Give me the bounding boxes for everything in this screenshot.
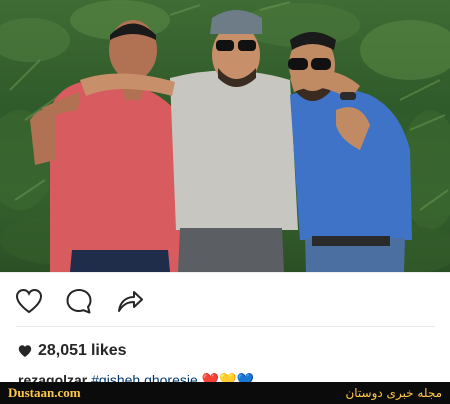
heart-outline-icon bbox=[15, 288, 43, 314]
action-bar bbox=[0, 272, 450, 330]
share-arrow-icon bbox=[118, 291, 143, 312]
watermark-magazine: مجله خبری دوستان bbox=[345, 386, 442, 400]
watermark-bar: Dustaan.com مجله خبری دوستان bbox=[0, 382, 450, 404]
speech-bubble-icon bbox=[66, 289, 92, 314]
post-photo[interactable] bbox=[0, 0, 450, 272]
like-button[interactable] bbox=[14, 286, 44, 316]
comment-button[interactable] bbox=[64, 286, 94, 316]
section-divider bbox=[16, 326, 434, 327]
share-button[interactable] bbox=[115, 286, 145, 316]
likes-count: 28,051 bbox=[38, 342, 87, 359]
likes-label: likes bbox=[90, 342, 127, 359]
photo-illustration bbox=[0, 0, 450, 272]
likes-row[interactable]: 28,051 likes bbox=[18, 340, 127, 362]
watermark-site: Dustaan.com bbox=[8, 385, 81, 400]
filled-heart-icon bbox=[18, 345, 32, 357]
